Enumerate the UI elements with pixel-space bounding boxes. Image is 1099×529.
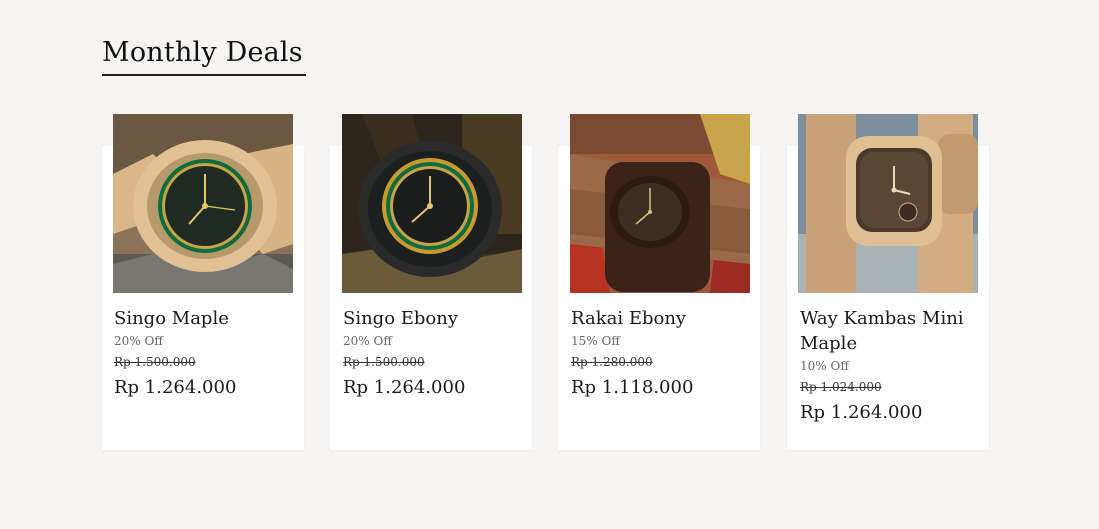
- product-name[interactable]: Way Kambas Mini Maple: [800, 306, 984, 356]
- watch-photo-rakai-ebony: [570, 114, 750, 293]
- section-title: Monthly Deals: [102, 37, 303, 68]
- sale-price: Rp 1.264.000: [343, 377, 466, 398]
- product-image-rakai-ebony[interactable]: [570, 114, 750, 293]
- discount-label: 10% Off: [800, 359, 849, 373]
- product-image-singo-maple[interactable]: [113, 114, 293, 293]
- product-name[interactable]: Rakai Ebony: [571, 306, 755, 331]
- discount-label: 20% Off: [343, 334, 392, 348]
- product-info-way-kambas-mini-maple: Way Kambas Mini Maple 10% Off Rp 1.024.0…: [800, 306, 984, 426]
- product-info-singo-maple: Singo Maple 20% Off Rp 1.500.000 Rp 1.26…: [114, 306, 298, 401]
- title-underline: [102, 74, 306, 76]
- sale-price: Rp 1.264.000: [114, 377, 237, 398]
- watch-photo-singo-ebony: [342, 114, 522, 293]
- product-name[interactable]: Singo Ebony: [343, 306, 527, 331]
- original-price: Rp 1.024.000: [800, 380, 882, 394]
- original-price: Rp 1.280.000: [571, 355, 653, 369]
- discount-label: 15% Off: [571, 334, 620, 348]
- product-info-rakai-ebony: Rakai Ebony 15% Off Rp 1.280.000 Rp 1.11…: [571, 306, 755, 401]
- original-price: Rp 1.500.000: [343, 355, 425, 369]
- product-image-way-kambas-mini-maple[interactable]: [798, 114, 978, 293]
- watch-photo-singo-maple: [113, 114, 293, 293]
- product-name[interactable]: Singo Maple: [114, 306, 298, 331]
- sale-price: Rp 1.118.000: [571, 377, 694, 398]
- original-price: Rp 1.500.000: [114, 355, 196, 369]
- product-info-singo-ebony: Singo Ebony 20% Off Rp 1.500.000 Rp 1.26…: [343, 306, 527, 401]
- sale-price: Rp 1.264.000: [800, 402, 923, 423]
- discount-label: 20% Off: [114, 334, 163, 348]
- product-image-singo-ebony[interactable]: [342, 114, 522, 293]
- watch-photo-way-kambas-mini-maple: [798, 114, 978, 293]
